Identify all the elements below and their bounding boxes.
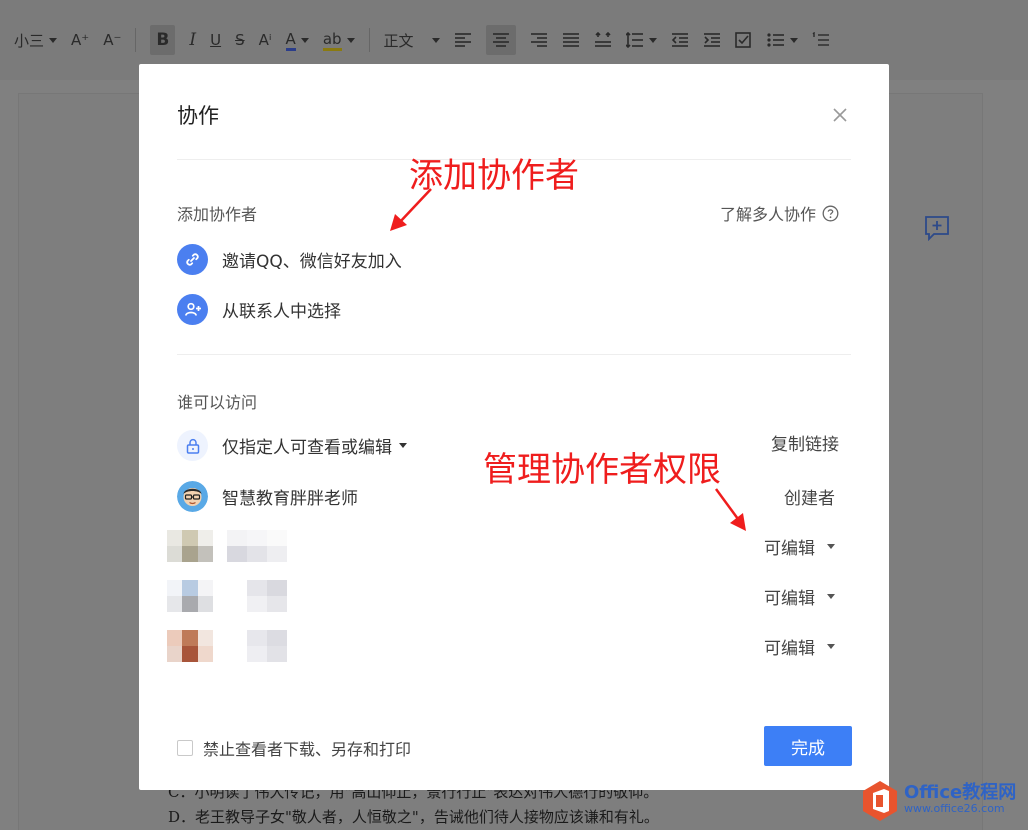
font-size-select[interactable]: 小三 xyxy=(14,25,58,55)
blurred-member-name xyxy=(227,630,287,662)
strikethrough-button[interactable]: S xyxy=(235,25,245,55)
align-right-icon xyxy=(530,33,547,47)
chevron-down-icon xyxy=(431,37,440,43)
watermark: Office教程网 www.office26.com xyxy=(862,780,1016,822)
line-spacing-icon xyxy=(625,32,643,48)
blurred-member-name xyxy=(227,580,287,612)
toolbar-divider xyxy=(368,28,370,52)
chevron-down-icon xyxy=(827,543,835,549)
align-left-button[interactable] xyxy=(454,25,472,55)
chevron-down-icon xyxy=(827,593,835,599)
restrict-download-checkbox[interactable]: 禁止查看者下载、另存和打印 xyxy=(177,736,411,760)
highlight-button[interactable]: ab xyxy=(322,25,355,55)
distribute-icon xyxy=(594,32,611,47)
access-permission-dropdown[interactable]: 仅指定人可查看或编辑 xyxy=(177,430,407,461)
access-label: 谁可以访问 xyxy=(177,393,258,412)
align-center-icon xyxy=(492,33,509,47)
document-text-line: D．老王教导子女"敬人者，人恒敬之"，告诫他们待人接物应该谦和有礼。 xyxy=(168,808,659,826)
member-row: 可编辑 xyxy=(167,576,857,616)
office-logo-icon xyxy=(863,781,897,821)
blurred-member-name xyxy=(227,530,287,562)
chevron-down-icon xyxy=(789,37,798,43)
watermark-url: www.office26.com xyxy=(904,802,1005,815)
grow-font-button[interactable]: A⁺ xyxy=(71,25,89,55)
avatar xyxy=(177,480,208,512)
comment-add-icon[interactable] xyxy=(924,215,950,241)
bold-button[interactable]: B xyxy=(150,25,176,55)
select-contacts-button[interactable]: 从联系人中选择 xyxy=(177,294,341,325)
member-name: 智慧教育胖胖老师 xyxy=(222,488,358,509)
chevron-down-icon xyxy=(49,37,58,43)
task-list-button[interactable] xyxy=(734,25,753,55)
member-permission-dropdown[interactable]: 可编辑 xyxy=(764,584,835,609)
add-collaborator-label: 添加协作者 xyxy=(177,205,258,224)
annotation-arrow-icon xyxy=(714,488,746,531)
chevron-down-icon xyxy=(648,37,657,43)
distribute-button[interactable] xyxy=(594,25,612,55)
shrink-font-button[interactable]: A⁻ xyxy=(103,25,121,55)
underline-button[interactable]: U xyxy=(210,25,221,55)
outdent-button[interactable] xyxy=(671,25,689,55)
toolbar-divider xyxy=(135,28,137,52)
member-role: 创建者 xyxy=(784,488,835,509)
chevron-down-icon xyxy=(827,643,835,649)
numbered-list-button[interactable] xyxy=(812,25,830,55)
italic-button[interactable]: I xyxy=(189,25,196,55)
paragraph-style-select[interactable]: 正文 xyxy=(384,25,440,55)
numbered-list-icon xyxy=(812,32,829,46)
outdent-icon xyxy=(671,33,688,47)
align-right-button[interactable] xyxy=(530,25,548,55)
align-left-icon xyxy=(454,33,471,47)
close-icon[interactable] xyxy=(829,104,851,126)
annotation-arrow-icon xyxy=(390,188,432,231)
chevron-down-icon xyxy=(399,443,407,448)
bullet-list-icon xyxy=(766,33,784,47)
link-icon xyxy=(177,244,208,275)
learn-more-link[interactable]: 了解多人协作 xyxy=(720,201,839,225)
annotation-manage-permissions: 管理协作者权限 xyxy=(483,450,721,490)
font-color-button[interactable]: A xyxy=(285,25,309,55)
member-permission-dropdown[interactable]: 可编辑 xyxy=(764,634,835,659)
indent-icon xyxy=(703,33,720,47)
invite-friends-button[interactable]: 邀请QQ、微信好友加入 xyxy=(177,244,402,275)
add-user-icon xyxy=(177,294,208,325)
blurred-avatar xyxy=(167,630,213,662)
checkbox-box[interactable] xyxy=(177,740,193,756)
blurred-avatar xyxy=(167,530,213,562)
help-icon xyxy=(822,205,839,221)
align-center-button[interactable] xyxy=(485,25,516,55)
bullet-list-button[interactable] xyxy=(766,25,798,55)
watermark-title: Office教程网 xyxy=(904,782,1017,803)
checkbox-icon xyxy=(734,32,751,48)
chevron-down-icon xyxy=(346,37,355,43)
divider xyxy=(177,354,851,355)
justify-icon xyxy=(562,33,579,47)
member-permission-dropdown[interactable]: 可编辑 xyxy=(764,534,835,559)
member-row: 可编辑 xyxy=(167,626,857,666)
lock-icon xyxy=(177,430,208,461)
line-spacing-button[interactable] xyxy=(625,25,657,55)
blurred-avatar xyxy=(167,580,213,612)
indent-button[interactable] xyxy=(703,25,721,55)
justify-button[interactable] xyxy=(562,25,580,55)
chevron-down-icon xyxy=(300,37,309,43)
done-button[interactable]: 完成 xyxy=(764,726,852,766)
dialog-title: 协作 xyxy=(177,104,219,128)
superscript-button[interactable]: Aⁱ xyxy=(259,25,272,55)
copy-link-button[interactable]: 复制链接 xyxy=(771,430,839,455)
